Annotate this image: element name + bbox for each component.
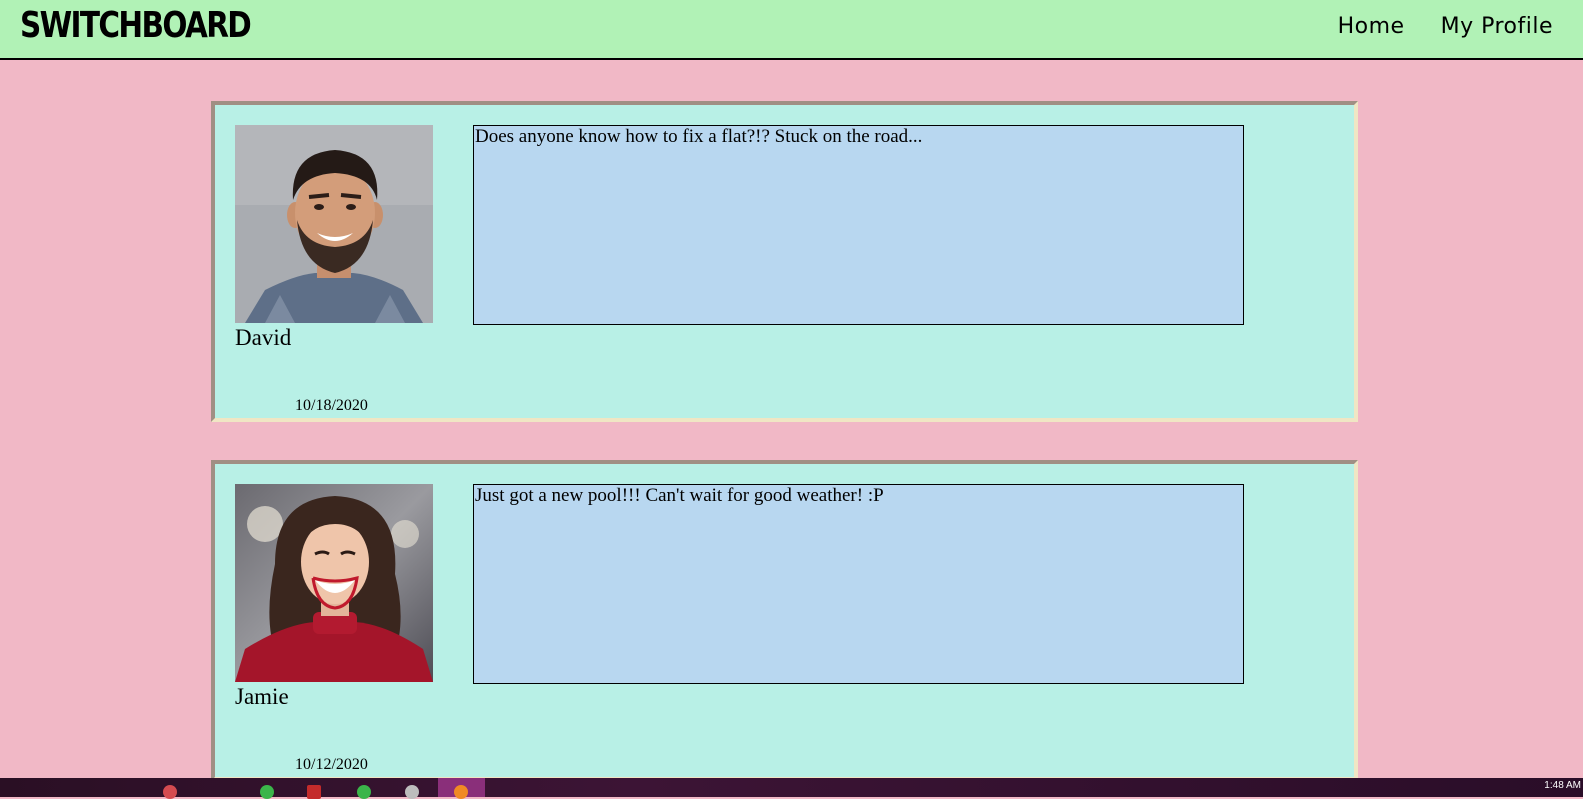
avatar[interactable] (235, 125, 433, 323)
post-message: Just got a new pool!!! Can't wait for go… (473, 484, 1244, 684)
nav-home-link[interactable]: Home (1338, 14, 1405, 39)
nav-my-profile-link[interactable]: My Profile (1441, 14, 1553, 39)
post-author[interactable]: David (235, 325, 291, 351)
brand-logo[interactable]: SWITCHBOARD (20, 4, 252, 48)
navbar: SWITCHBOARD Home My Profile (0, 0, 1583, 60)
post-date: 10/12/2020 (295, 756, 368, 773)
taskbar-clock[interactable]: 1:48 AM (1544, 780, 1581, 791)
post-card: David 10/18/2020 Does anyone know how to… (211, 101, 1358, 422)
post-card: Jamie 10/12/2020 Just got a new pool!!! … (211, 460, 1358, 781)
taskbar: 1:48 AM (0, 778, 1583, 799)
avatar[interactable] (235, 484, 433, 682)
post-message: Does anyone know how to fix a flat?!? St… (473, 125, 1244, 325)
active-app-highlight[interactable] (438, 778, 485, 799)
post-author[interactable]: Jamie (235, 684, 289, 710)
post-date: 10/18/2020 (295, 397, 368, 414)
nav-links: Home My Profile (1338, 14, 1553, 39)
